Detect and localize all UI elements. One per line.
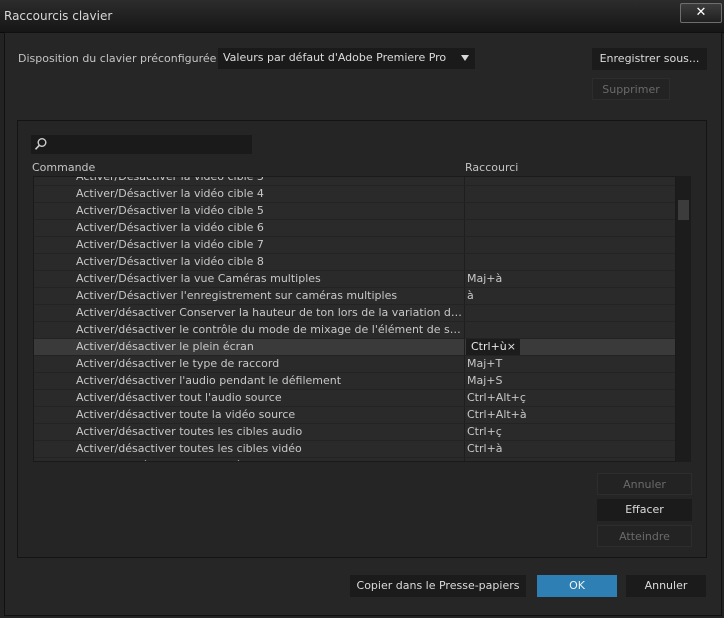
command-name: Afficher la séquence imbriquée bbox=[76, 459, 463, 461]
table-row[interactable]: Activer/Désactiver la vidéo cible 4 bbox=[34, 186, 675, 203]
scrollbar-thumb[interactable] bbox=[678, 200, 689, 220]
delete-button[interactable]: Supprimer bbox=[592, 78, 670, 100]
table-row[interactable]: Activer/Désactiver la vidéo cible 6 bbox=[34, 220, 675, 237]
command-name: Activer/Désactiver l'enregistrement sur … bbox=[76, 289, 398, 302]
table-row[interactable]: Activer/Désactiver la vidéo cible 7 bbox=[34, 237, 675, 254]
table-row[interactable]: Activer/Désactiver la vidéo cible 3 bbox=[34, 176, 675, 186]
command-name: Activer/désactiver le type de raccord bbox=[76, 357, 280, 370]
table-row[interactable]: Afficher la séquence imbriquée Ctrl+Maj+F bbox=[34, 458, 675, 461]
column-divider bbox=[464, 203, 465, 219]
column-divider bbox=[464, 322, 465, 338]
column-divider bbox=[464, 424, 465, 440]
command-name: Activer/Désactiver la vidéo cible 6 bbox=[76, 221, 264, 234]
column-divider bbox=[464, 458, 465, 461]
column-divider bbox=[464, 254, 465, 270]
search-input[interactable] bbox=[31, 135, 252, 154]
shortcut-value[interactable]: Maj+à bbox=[467, 272, 502, 285]
column-divider bbox=[464, 237, 465, 253]
column-divider bbox=[464, 441, 465, 457]
column-divider bbox=[464, 407, 465, 423]
table-row[interactable]: Activer/désactiver toutes les cibles vid… bbox=[34, 441, 675, 458]
column-divider bbox=[464, 390, 465, 406]
command-name: Activer/désactiver l'audio pendant le dé… bbox=[76, 374, 342, 387]
column-divider bbox=[464, 356, 465, 372]
column-divider bbox=[464, 305, 465, 321]
table-row[interactable]: Activer/désactiver toute la vidéo source… bbox=[34, 407, 675, 424]
preset-value: Valeurs par défaut d'Adobe Premiere Pro bbox=[223, 51, 447, 64]
goto-button[interactable]: Atteindre bbox=[597, 525, 692, 547]
table-row[interactable]: Activer/désactiver tout l'audio source Ct… bbox=[34, 390, 675, 407]
shortcut-value[interactable]: Ctrl+à bbox=[467, 442, 503, 455]
column-divider bbox=[464, 186, 465, 202]
command-name: Activer/désactiver toute la vidéo source bbox=[76, 408, 296, 421]
shortcut-value[interactable]: Ctrl+Maj+F bbox=[467, 459, 531, 461]
shortcut-chip[interactable]: Ctrl+ù × bbox=[466, 339, 520, 355]
column-divider bbox=[464, 177, 465, 185]
command-name: Activer/désactiver Conserver la hauteur … bbox=[76, 306, 463, 319]
table-row[interactable]: Activer/Désactiver la vidéo cible 5 bbox=[34, 203, 675, 220]
command-name: Activer/Désactiver la vidéo cible 8 bbox=[76, 255, 264, 268]
commands-table: Activer/Désactiver la vidéo cible 3 Activ… bbox=[33, 176, 676, 462]
table-row[interactable]: Activer/désactiver le contrôle du mode d… bbox=[34, 322, 675, 339]
column-divider bbox=[464, 288, 465, 304]
column-header-shortcut[interactable]: Raccourci bbox=[465, 161, 518, 174]
title-bar: Raccourcis clavier ✕ bbox=[0, 0, 724, 33]
table-row[interactable]: Activer/Désactiver l'enregistrement sur … bbox=[34, 288, 675, 305]
save-as-button[interactable]: Enregistrer sous... bbox=[592, 48, 707, 70]
column-divider bbox=[464, 339, 465, 355]
table-rows: Activer/Désactiver la vidéo cible 3 Activ… bbox=[34, 176, 675, 461]
preset-dropdown[interactable]: Valeurs par défaut d'Adobe Premiere Pro bbox=[218, 48, 475, 69]
search-icon bbox=[34, 137, 48, 154]
command-name: Activer/Désactiver la vidéo cible 4 bbox=[76, 187, 264, 200]
remove-shortcut-icon[interactable]: × bbox=[507, 340, 516, 353]
command-name: Activer/Désactiver la vidéo cible 3 bbox=[76, 176, 264, 183]
shortcut-value[interactable]: Ctrl+Alt+à bbox=[467, 408, 527, 421]
column-header-command[interactable]: Commande bbox=[32, 161, 95, 174]
shortcut-value[interactable]: Maj+S bbox=[467, 374, 503, 387]
ok-button[interactable]: OK bbox=[537, 575, 617, 597]
command-name: Activer/Désactiver la vidéo cible 5 bbox=[76, 204, 264, 217]
close-icon: ✕ bbox=[695, 5, 707, 20]
copy-clipboard-button[interactable]: Copier dans le Presse-papiers bbox=[350, 575, 526, 597]
shortcut-value: Ctrl+ù bbox=[471, 340, 507, 353]
undo-button[interactable]: Annuler bbox=[597, 473, 692, 495]
close-button[interactable]: ✕ bbox=[680, 3, 722, 23]
cancel-button[interactable]: Annuler bbox=[626, 575, 706, 597]
table-row[interactable]: Activer/désactiver toutes les cibles aud… bbox=[34, 424, 675, 441]
chevron-down-icon bbox=[461, 55, 469, 61]
table-row[interactable]: Activer/désactiver le plein écran Ctrl+ù × bbox=[34, 339, 675, 356]
shortcut-value[interactable]: Ctrl+ç bbox=[467, 425, 502, 438]
table-row[interactable]: Activer/désactiver Conserver la hauteur … bbox=[34, 305, 675, 322]
table-row[interactable]: Activer/Désactiver la vue Caméras multip… bbox=[34, 271, 675, 288]
column-divider bbox=[464, 220, 465, 236]
shortcut-value[interactable]: Ctrl+Alt+ç bbox=[467, 391, 526, 404]
table-scrollbar[interactable] bbox=[676, 176, 691, 462]
command-name: Activer/Désactiver la vidéo cible 7 bbox=[76, 238, 264, 251]
command-name: Activer/désactiver le plein écran bbox=[76, 340, 254, 353]
table-row[interactable]: Activer/désactiver le type de raccord Maj… bbox=[34, 356, 675, 373]
command-name: Activer/Désactiver la vue Caméras multip… bbox=[76, 272, 321, 285]
command-name: Activer/désactiver toutes les cibles vid… bbox=[76, 442, 302, 455]
window-title: Raccourcis clavier bbox=[4, 9, 113, 23]
clear-button[interactable]: Effacer bbox=[597, 499, 692, 521]
shortcut-value[interactable]: à bbox=[467, 289, 474, 302]
preset-label: Disposition du clavier préconfigurée : bbox=[18, 52, 224, 65]
column-divider bbox=[464, 271, 465, 287]
table-row[interactable]: Activer/Désactiver la vidéo cible 8 bbox=[34, 254, 675, 271]
column-divider bbox=[464, 373, 465, 389]
command-name: Activer/désactiver tout l'audio source bbox=[76, 391, 282, 404]
command-name: Activer/désactiver toutes les cibles aud… bbox=[76, 425, 303, 438]
shortcut-value[interactable]: Maj+T bbox=[467, 357, 502, 370]
command-name: Activer/désactiver le contrôle du mode d… bbox=[76, 323, 463, 336]
table-row[interactable]: Activer/désactiver l'audio pendant le dé… bbox=[34, 373, 675, 390]
